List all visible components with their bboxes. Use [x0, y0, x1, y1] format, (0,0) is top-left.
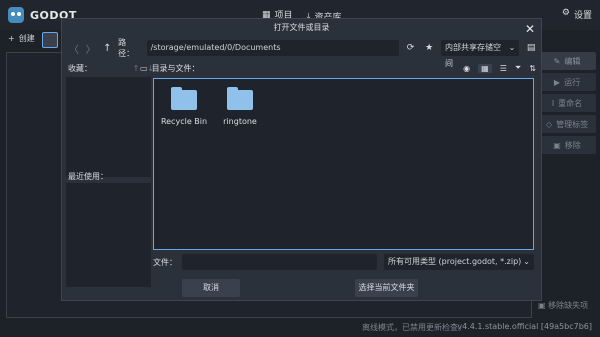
create-label: 创建	[18, 34, 35, 43]
tag-icon: ◇	[545, 119, 553, 129]
files-label: 目录与文件：	[151, 63, 200, 73]
files-header: ▭ 目录与文件： ◉ ▦ ☰ ⏷ ⇅	[140, 61, 536, 75]
files-tools: ◉ ▦ ☰ ⏷ ⇅	[463, 63, 536, 73]
filename-label: 文件：	[153, 257, 177, 267]
favorites-list[interactable]	[66, 77, 151, 177]
remove-label: 移除	[564, 140, 581, 150]
folder-outline-icon: ▭	[140, 63, 148, 73]
folder-name: ringtone	[223, 117, 257, 126]
recent-list[interactable]	[66, 183, 151, 287]
drive-value: 内部共享存储空间	[445, 43, 501, 68]
grid-view-icon[interactable]: ▦	[478, 63, 492, 73]
status-bar: 离线模式，已禁用更新检查。 v4.4.1.stable.official [49…	[0, 318, 600, 337]
folder-name: Recycle Bin	[160, 117, 208, 126]
manage-tags-label: 管理标签	[556, 119, 589, 129]
edit-button[interactable]: ✎ 编辑	[538, 52, 596, 70]
godot-logo-icon	[8, 7, 24, 23]
close-icon[interactable]: ✕	[525, 20, 535, 38]
favorite-star-icon[interactable]: ★	[422, 43, 436, 53]
rename-label: 重命名	[558, 98, 583, 108]
refresh-icon[interactable]: ⟳	[404, 43, 418, 53]
forward-icon[interactable]: 〉	[85, 41, 97, 56]
filter-value: 所有可用类型 (project.godot, *.zip)	[388, 257, 522, 266]
rename-icon: I	[551, 98, 555, 108]
file-grid[interactable]: Recycle Bin ringtone	[153, 78, 534, 250]
manage-tags-button[interactable]: ◇ 管理标签	[538, 115, 596, 133]
chevron-down-icon: ⌄	[523, 257, 530, 266]
cancel-button[interactable]: 取消	[182, 279, 240, 297]
file-type-filter[interactable]: 所有可用类型 (project.godot, *.zip) ⌄	[384, 254, 534, 270]
trash-icon: ▣	[553, 140, 561, 150]
favorites-label: 收藏：	[68, 63, 92, 73]
pencil-icon: ✎	[553, 56, 561, 66]
plus-icon: +	[8, 34, 15, 43]
move-up-icon[interactable]: ↑	[133, 64, 140, 73]
back-icon[interactable]: 〈	[68, 41, 80, 56]
remove-missing-label: 移除缺失项	[548, 301, 589, 310]
remove-button[interactable]: ▣ 移除	[538, 136, 596, 154]
new-folder-icon[interactable]: ▤	[524, 43, 538, 53]
path-input[interactable]: /storage/emulated/0/Documents	[146, 40, 399, 56]
dialog-title-bar: 打开文件或目录 ✕	[62, 19, 541, 37]
go-up-icon[interactable]: ↑	[101, 43, 113, 54]
create-button[interactable]: + 创建	[8, 33, 35, 44]
file-dialog: 打开文件或目录 ✕ 〈 〉 ↑ 路径： /storage/emulated/0/…	[61, 18, 542, 301]
gear-icon: ⚙	[561, 8, 570, 18]
remove-missing-button[interactable]: ▣ 移除缺失项	[538, 300, 588, 311]
edit-label: 编辑	[564, 56, 581, 66]
play-icon: ▶	[553, 77, 561, 87]
run-label: 运行	[564, 77, 581, 87]
settings-label: 设置	[573, 11, 592, 21]
run-button[interactable]: ▶ 运行	[538, 73, 596, 91]
trash-icon: ▣	[538, 301, 546, 310]
show-hidden-eye-icon[interactable]: ◉	[463, 64, 470, 73]
path-label: 路径：	[118, 38, 135, 58]
rename-button[interactable]: I 重命名	[538, 94, 596, 112]
path-row: 〈 〉 ↑ 路径： /storage/emulated/0/Documents …	[68, 38, 538, 68]
drive-select[interactable]: 内部共享存储空间 ⌄	[441, 40, 520, 68]
folder-item[interactable]: ringtone	[210, 87, 270, 126]
sort-icon[interactable]: ⇅	[529, 64, 536, 73]
files-title: ▭ 目录与文件：	[140, 63, 200, 74]
folder-icon	[227, 87, 253, 110]
folder-item[interactable]: Recycle Bin	[154, 87, 214, 126]
folder-icon	[171, 87, 197, 110]
recent-label: 最近使用：	[68, 172, 108, 181]
filename-row: 文件： 所有可用类型 (project.godot, *.zip) ⌄	[153, 254, 537, 270]
chevron-down-icon: ⌄	[508, 43, 516, 52]
offline-status: 离线模式，已禁用更新检查。	[362, 323, 466, 332]
filename-input[interactable]	[182, 254, 377, 270]
filter-icon[interactable]: ⏷	[515, 63, 521, 73]
import-button[interactable]	[42, 32, 58, 48]
version-label[interactable]: v4.4.1.stable.official [49a5bc7b6]	[457, 322, 592, 331]
list-view-icon[interactable]: ☰	[500, 64, 507, 73]
settings-button[interactable]: ⚙ 设置	[562, 8, 592, 21]
dialog-title: 打开文件或目录	[273, 23, 330, 32]
project-actions: ✎ 编辑 ▶ 运行 I 重命名 ◇ 管理标签 ▣ 移除	[538, 52, 596, 157]
select-current-folder-button[interactable]: 选择当前文件夹	[355, 279, 418, 297]
